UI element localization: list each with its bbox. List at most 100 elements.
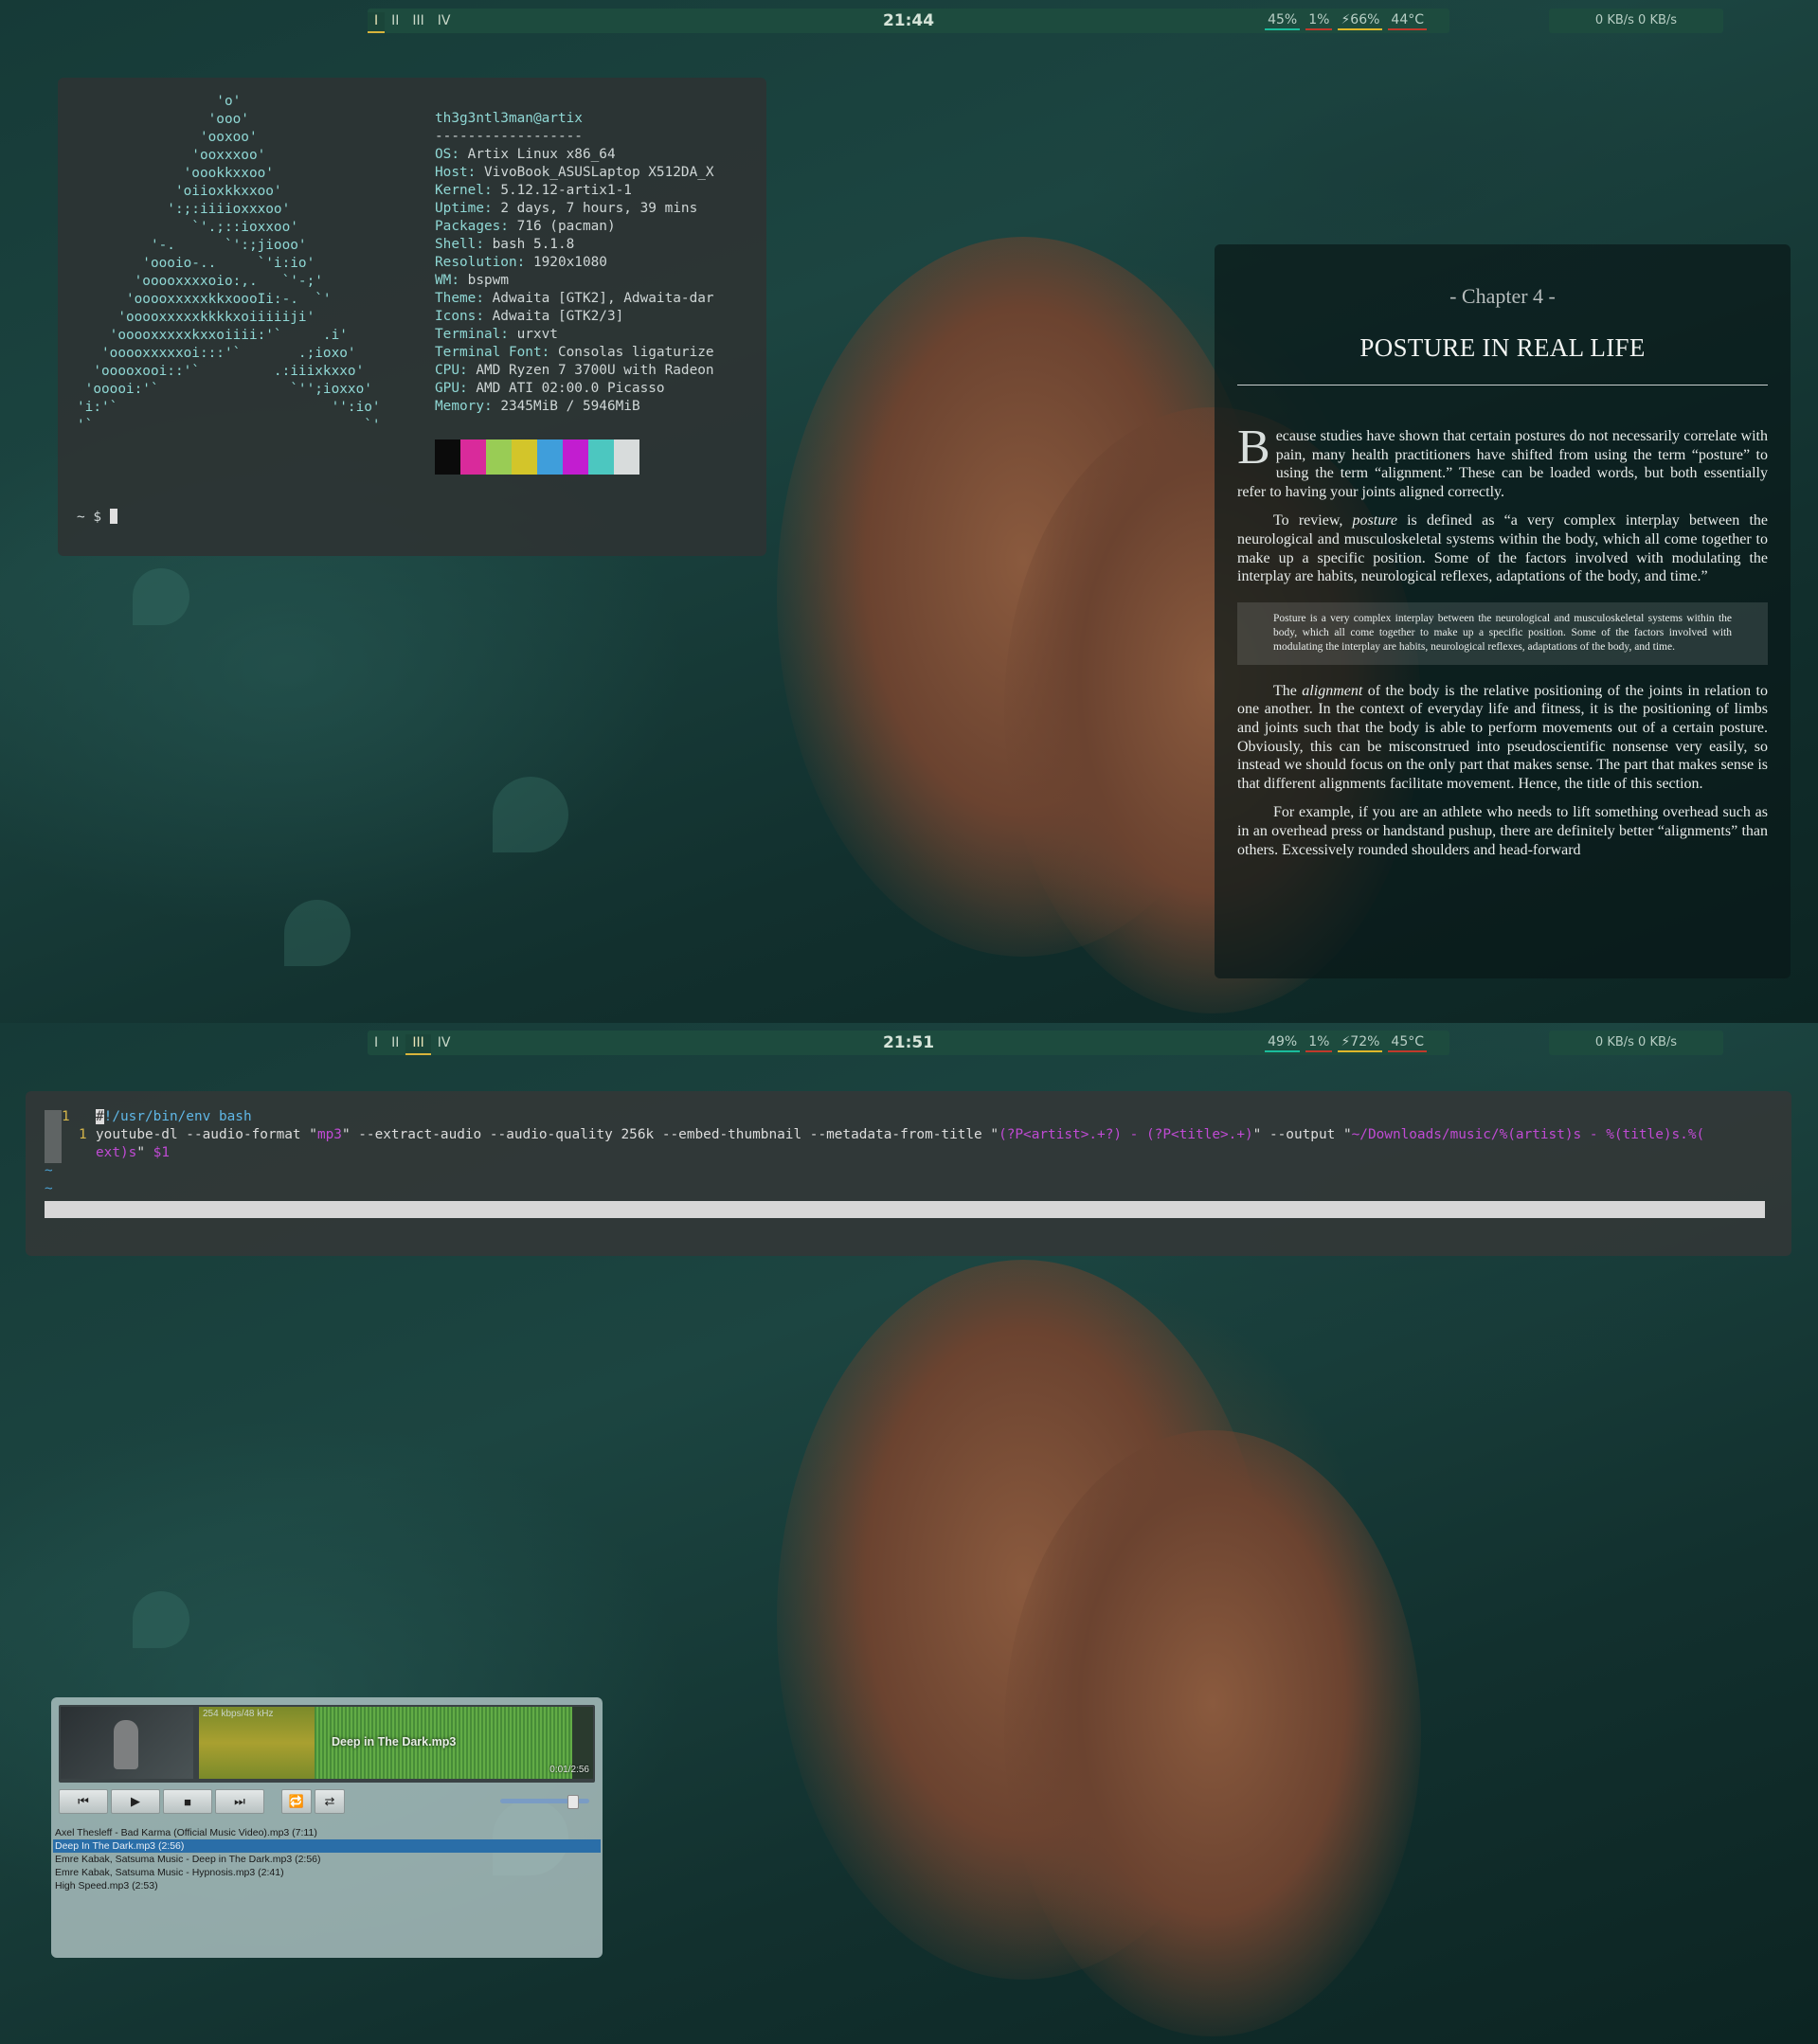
info-key: Shell: (435, 237, 484, 252)
ebook-reader[interactable]: - Chapter 4 - POSTURE IN REAL LIFE Becau… (1215, 244, 1791, 978)
info-key: GPU: (435, 381, 468, 396)
chapter-body: Because studies have shown that certain … (1237, 421, 1768, 859)
memory-usage: 1% (1305, 12, 1333, 30)
info-separator: ------------------ (435, 129, 583, 144)
workspace-2[interactable]: II (385, 1034, 405, 1053)
code-area[interactable]: #!/usr/bin/env bash youtube-dl --audio-f… (96, 1108, 1704, 1162)
string-literal: ~/Downloads/music/%(artist)s - %(title)s… (1351, 1127, 1705, 1142)
info-value: Adwaita [GTK2/3] (483, 309, 624, 324)
info-key: Terminal Font: (435, 345, 550, 360)
lioness-front (1004, 1430, 1421, 2036)
play-icon: ▶ (131, 1794, 140, 1808)
color-palette (435, 439, 639, 475)
info-row: WM: bspwm (435, 272, 714, 290)
workspace-4[interactable]: IV (431, 1034, 458, 1053)
workspace-3[interactable]: III (405, 12, 430, 31)
skip-back-icon: ⏮ (78, 1794, 89, 1808)
info-value: urxvt (508, 327, 558, 342)
shebang: !/usr/bin/env bash (103, 1109, 252, 1124)
workspace-switcher: I II III IV (368, 12, 458, 33)
info-row: Memory: 2345MiB / 5946MiB (435, 398, 714, 416)
palette-swatch (563, 439, 588, 475)
info-key: CPU: (435, 363, 468, 378)
playlist-item[interactable]: Deep In The Dark.mp3 (2:56) (53, 1839, 601, 1853)
system-stats: 49% 1% ⚡72% 45°C (1265, 1034, 1427, 1052)
code-text: youtube-dl --audio-format " (96, 1127, 317, 1142)
editor-cursor: # (96, 1109, 104, 1124)
line-number: 1 (79, 1127, 87, 1142)
repeat-icon: 🔁 (288, 1794, 305, 1808)
status-bar: I II III IV 21:44 45% 1% ⚡66% 44°C (368, 9, 1449, 33)
drop-cap: B (1237, 421, 1270, 475)
audio-player-window[interactable]: 254 kbps/48 kHz Deep in The Dark.mp3 0:0… (51, 1697, 603, 1958)
palette-swatch (460, 439, 486, 475)
code-text: " (136, 1145, 153, 1160)
chapter-title: POSTURE IN REAL LIFE (1359, 333, 1646, 362)
palette-swatch (588, 439, 614, 475)
previous-button[interactable]: ⏮ (59, 1789, 108, 1814)
system-stats: 45% 1% ⚡66% 44°C (1265, 12, 1427, 30)
cpu-usage: 49% (1265, 1034, 1301, 1052)
info-value: 2 days, 7 hours, 39 mins (492, 201, 698, 216)
shuffle-button[interactable]: ⇄ (315, 1789, 345, 1814)
paragraph-text: To review, (1273, 512, 1353, 529)
info-value: AMD ATI 02:00.0 Picasso (467, 381, 665, 396)
stop-button[interactable]: ■ (163, 1789, 212, 1814)
workspace-4[interactable]: IV (431, 12, 458, 31)
workspace-1[interactable]: I (368, 1034, 385, 1053)
shell-prompt[interactable]: ~ $ (77, 509, 117, 527)
blockquote: Posture is a very complex interplay betw… (1237, 601, 1768, 665)
info-value: 2345MiB / 5946MiB (492, 399, 640, 414)
empty-line-marker: ~ (45, 1181, 53, 1196)
cpu-temperature: 45°C (1388, 1034, 1427, 1052)
info-row: Uptime: 2 days, 7 hours, 39 mins (435, 200, 714, 218)
network-speed: 0 KB/s 0 KB/s (1549, 1031, 1723, 1055)
emphasis: alignment (1302, 682, 1363, 699)
string-literal: (?P<artist>.+?) - (?P<title>.+) (999, 1127, 1253, 1142)
volume-slider[interactable] (500, 1795, 589, 1809)
repeat-button[interactable]: 🔁 (281, 1789, 312, 1814)
play-button[interactable]: ▶ (111, 1789, 160, 1814)
skip-forward-icon: ⏭ (234, 1794, 245, 1808)
battery-level: ⚡66% (1338, 12, 1383, 30)
playlist-item[interactable]: High Speed.mp3 (2:53) (53, 1879, 601, 1892)
playlist-item[interactable]: Axel Thesleff - Bad Karma (Official Musi… (53, 1826, 601, 1839)
workspace-3[interactable]: III (405, 1034, 431, 1055)
info-row: Resolution: 1920x1080 (435, 254, 714, 272)
bitrate-label: 254 kbps/48 kHz (203, 1709, 274, 1719)
system-info: th3g3ntl3man@artix ------------------ OS… (435, 110, 714, 416)
next-button[interactable]: ⏭ (215, 1789, 264, 1814)
paragraph: The alignment of the body is the relativ… (1237, 682, 1768, 794)
vim-editor-window[interactable]: 1 1 #!/usr/bin/env bash youtube-dl --aud… (26, 1091, 1791, 1256)
info-row: Theme: Adwaita [GTK2], Adwaita-dar (435, 290, 714, 308)
transport-controls: ⏮ ▶ ■ ⏭ 🔁 ⇄ (59, 1789, 345, 1814)
waveform-seekbar[interactable]: 254 kbps/48 kHz Deep in The Dark.mp3 0:0… (199, 1707, 593, 1779)
info-value: Consolas ligaturize (549, 345, 714, 360)
paragraph-text: ecause studies have shown that certain p… (1237, 428, 1768, 500)
foliage (133, 568, 189, 625)
info-key: Host: (435, 165, 477, 180)
emphasis: posture (1352, 512, 1397, 529)
info-row: Host: VivoBook_ASUSLaptop X512DA_X (435, 164, 714, 182)
info-key: WM: (435, 273, 459, 288)
playlist-item[interactable]: Emre Kabak, Satsuma Music - Hypnosis.mp3… (53, 1866, 601, 1879)
empty-line-marker: ~ (45, 1163, 53, 1178)
battery-level: ⚡72% (1338, 1034, 1383, 1052)
info-row: Terminal Font: Consolas ligaturize (435, 344, 714, 362)
workspace-1[interactable]: I (368, 12, 386, 33)
playlist-item[interactable]: Emre Kabak, Satsuma Music - Deep in The … (53, 1853, 601, 1866)
volume-knob[interactable] (567, 1795, 579, 1809)
shuffle-icon: ⇄ (324, 1794, 335, 1808)
info-value: AMD Ryzen 7 3700U with Radeon (467, 363, 714, 378)
info-key: Uptime: (435, 201, 493, 216)
code-text: " --extract-audio --audio-quality 256k -… (341, 1127, 999, 1142)
info-value: Artix Linux x86_64 (459, 147, 616, 162)
workspace-2[interactable]: II (385, 12, 405, 31)
workspace-switcher: I II III IV (368, 1034, 458, 1055)
chapter-heading: - Chapter 4 - (1449, 284, 1556, 308)
cpu-temperature: 44°C (1388, 12, 1427, 30)
info-value: 1920x1080 (525, 255, 607, 270)
terminal-window[interactable]: 'o' 'ooo' 'ooxoo' 'ooxxxoo' 'oookkxxoo' … (58, 78, 766, 556)
paragraph: For example, if you are an athlete who n… (1237, 804, 1768, 858)
info-row: Kernel: 5.12.12-artix1-1 (435, 182, 714, 200)
